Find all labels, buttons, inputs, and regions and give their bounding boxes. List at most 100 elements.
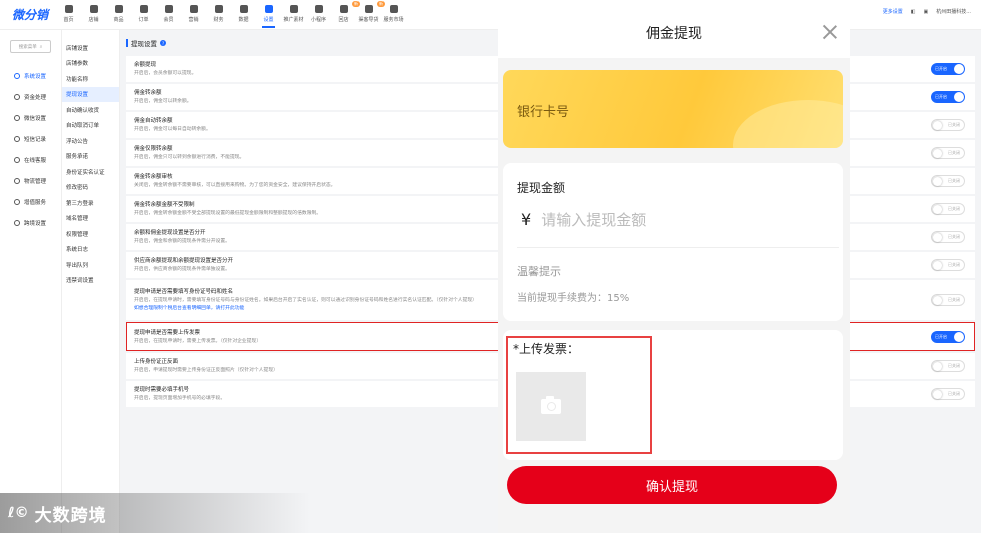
search-placeholder: 搜索菜单 (18, 44, 37, 50)
setting-toggle[interactable]: 已关闭 (931, 259, 965, 271)
setting-help-link[interactable]: 如想合理限制个税后台查看明细回单，请打开此功能 (134, 306, 244, 311)
setting-toggle[interactable]: 已关闭 (931, 119, 965, 131)
top-right-tools: 更多设置 ◧ ▣ 杭州田播科技... (883, 8, 971, 16)
setting-toggle[interactable]: 已关闭 (931, 203, 965, 215)
toggle-label: 已关闭 (948, 150, 960, 155)
nav-item[interactable]: 营销 (181, 3, 206, 23)
nav-label: 首页 (63, 17, 74, 23)
toggle-label: 已关闭 (948, 206, 960, 211)
help-icon[interactable]: ? (160, 40, 166, 46)
tip-title: 温馨提示 (517, 265, 561, 278)
sidebar-item[interactable]: 资金处理 (0, 86, 61, 107)
sidebar-item[interactable]: 在线客服 (0, 149, 61, 170)
nav-icon (264, 5, 273, 13)
setting-toggle[interactable]: 已关闭 (931, 175, 965, 187)
user-avatar-icon[interactable]: ▣ (923, 9, 928, 15)
nav-icon (64, 5, 73, 13)
submenu-item[interactable]: 店铺参数 (62, 56, 119, 72)
sidebar-item-icon (14, 114, 20, 121)
sidebar-item[interactable]: 增值服务 (0, 191, 61, 212)
more-settings-link[interactable]: 更多设置 (883, 8, 903, 15)
nav-label: 数据 (238, 17, 249, 23)
nav-icon (239, 5, 248, 13)
submenu-item[interactable]: 身份证实名认证 (62, 164, 119, 180)
invoice-upload-section: *上传发票： (503, 330, 843, 460)
submenu-item[interactable]: 自动取消订单 (62, 118, 119, 134)
submenu-item[interactable]: 修改密码 (62, 180, 119, 196)
nav-label: 小程序 (310, 17, 326, 23)
submenu-item[interactable]: 服务承诺 (62, 149, 119, 165)
sidebar-item-icon (14, 156, 20, 163)
sidebar-item-label: 在线客服 (24, 157, 47, 164)
brand-logo[interactable]: 微分销 (12, 6, 48, 23)
submenu-item[interactable]: 违禁词设置 (62, 273, 119, 289)
nav-item[interactable]: 首页 (56, 3, 81, 23)
setting-toggle[interactable]: 已开启 (931, 330, 965, 343)
submenu-item[interactable]: 域名管理 (62, 211, 119, 227)
nav-item[interactable]: 会员 (156, 3, 181, 23)
setting-toggle[interactable]: 已关闭 (931, 294, 965, 306)
sidebar-item-icon (14, 135, 20, 142)
main-nav: 首页 店铺 商品 订单 会员 营销 财务 数据 设置 推广素材 小程序 回店新渠客导货新服务市场 (56, 1, 406, 28)
submenu-item[interactable]: 店铺设置 (62, 40, 119, 56)
amount-label: 提现金额 (517, 181, 566, 195)
currency-symbol: ¥ (521, 210, 532, 229)
notification-icon[interactable]: ◧ (911, 9, 916, 15)
sidebar-item-label: 微信设置 (24, 115, 47, 122)
submenu-item[interactable]: 功能名称 (62, 71, 119, 87)
shop-name[interactable]: 杭州田播科技... (936, 8, 971, 15)
sidebar-item[interactable]: 短信记录 (0, 128, 61, 149)
nav-item[interactable]: 订单 (131, 3, 156, 23)
amount-section: 提现金额 ¥ 温馨提示 当前提现手续费为：15% (503, 163, 843, 321)
nav-item[interactable]: 小程序 (306, 3, 331, 23)
upload-invoice-button[interactable] (516, 372, 586, 441)
nav-item[interactable]: 数据 (231, 3, 256, 23)
submenu-item[interactable]: 浮动公告 (62, 133, 119, 149)
setting-toggle[interactable]: 已关闭 (931, 231, 965, 243)
submenu-item[interactable]: 提现设置 (62, 86, 119, 102)
settings-submenu: 店铺设置 店铺参数 功能名称 提现设置 自动确认收货 自动取消订单 浮动公告 服务承诺 身份证实… (62, 30, 120, 533)
amount-input[interactable] (541, 210, 782, 229)
toggle-label: 已开启 (935, 94, 947, 99)
nav-item[interactable]: 推广素材 (281, 3, 306, 23)
setting-toggle[interactable]: 已开启 (931, 91, 965, 103)
toggle-label: 已关闭 (948, 122, 960, 127)
nav-item[interactable]: 设置 (256, 3, 281, 28)
nav-icon (289, 5, 298, 13)
nav-label: 营销 (188, 17, 199, 23)
sidebar-search[interactable]: 搜索菜单 ⌕ (10, 40, 51, 53)
nav-item[interactable]: 财务 (206, 3, 231, 23)
nav-item[interactable]: 渠客导货新 (356, 1, 385, 23)
nav-item[interactable]: 商品 (106, 3, 131, 23)
sidebar-item[interactable]: 物流管理 (0, 170, 61, 191)
bank-card[interactable]: 银行卡号 (503, 70, 843, 148)
setting-toggle[interactable]: 已开启 (931, 63, 965, 75)
sidebar-item[interactable]: 系统设置 (0, 65, 61, 86)
nav-label: 推广素材 (283, 17, 304, 23)
nav-label: 财务 (213, 17, 224, 23)
upload-invoice-label: *上传发票： (513, 342, 580, 356)
search-icon: ⌕ (39, 44, 43, 50)
submenu-item[interactable]: 权限管理 (62, 226, 119, 242)
confirm-withdraw-button[interactable]: 确认提现 (507, 466, 837, 504)
nav-icon (139, 5, 148, 13)
submenu-item[interactable]: 第三方登录 (62, 195, 119, 211)
nav-item[interactable]: 回店新 (331, 1, 360, 23)
nav-item[interactable]: 服务市场 (381, 3, 406, 23)
submenu-item[interactable]: 系统日志 (62, 242, 119, 258)
submenu-item[interactable]: 导出队列 (62, 257, 119, 273)
nav-item[interactable]: 店铺 (81, 3, 106, 23)
sidebar-item[interactable]: 微信设置 (0, 107, 61, 128)
withdraw-modal: 佣金提现 银行卡号 提现金额 ¥ 温馨提示 当前提现手续费为：15% *上传发票… (498, 8, 850, 533)
sidebar-item-label: 系统设置 (24, 73, 47, 80)
modal-header: 佣金提现 (498, 8, 850, 58)
setting-toggle[interactable]: 已关闭 (931, 147, 965, 159)
submenu-item[interactable]: 自动确认收货 (62, 102, 119, 118)
nav-icon (389, 5, 398, 13)
sidebar-item[interactable]: 跨境设置 (0, 212, 61, 233)
sidebar-item-label: 物流管理 (24, 178, 47, 185)
setting-toggle[interactable]: 已关闭 (931, 360, 965, 372)
close-icon[interactable] (822, 24, 838, 40)
watermark-text: 大数跨境 (34, 505, 107, 526)
setting-toggle[interactable]: 已关闭 (931, 388, 965, 400)
